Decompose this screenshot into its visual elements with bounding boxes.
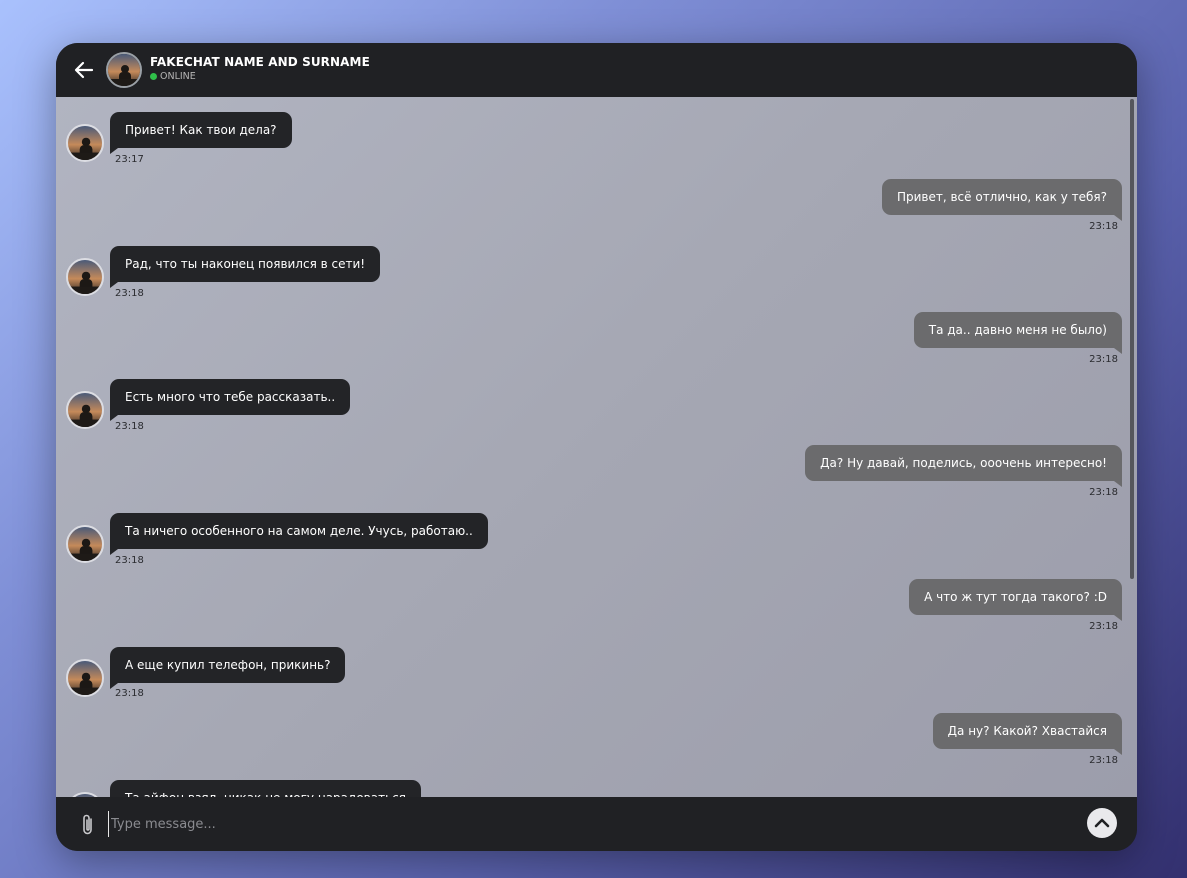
- status-text: ONLINE: [160, 71, 196, 82]
- composer-bar: [56, 797, 1137, 851]
- sender-avatar: [66, 659, 104, 697]
- message-time: 23:18: [1089, 221, 1118, 232]
- chevron-up-icon: [1094, 818, 1110, 828]
- sender-avatar: [66, 124, 104, 162]
- message-bubble-outgoing[interactable]: Привет, всё отлично, как у тебя?: [881, 179, 1123, 221]
- arrow-left-icon: [74, 61, 94, 79]
- attach-button[interactable]: [78, 813, 98, 837]
- chat-window: FAKECHAT NAME AND SURNAME ONLINE Привет!…: [56, 43, 1137, 851]
- online-dot-icon: [150, 73, 157, 80]
- message-time: 23:18: [1089, 755, 1118, 766]
- message-bubble-incoming[interactable]: А еще купил телефон, прикинь?: [110, 647, 346, 689]
- chat-header: FAKECHAT NAME AND SURNAME ONLINE: [56, 43, 1137, 97]
- sender-avatar: [66, 525, 104, 563]
- message-time: 23:18: [115, 288, 144, 299]
- message-time: 23:18: [1089, 354, 1118, 365]
- message-time: 23:18: [115, 688, 144, 699]
- message-bubble-incoming[interactable]: Привет! Как твои дела?: [110, 112, 292, 154]
- sender-avatar: [66, 391, 104, 429]
- paperclip-icon: [83, 814, 92, 835]
- message-bubble-incoming[interactable]: Та ничего особенного на самом деле. Учус…: [110, 513, 488, 555]
- message-bubble-outgoing[interactable]: Да? Ну давай, поделись, ооочень интересн…: [805, 445, 1122, 487]
- message-time: 23:18: [115, 555, 144, 566]
- contact-name: FAKECHAT NAME AND SURNAME: [150, 55, 370, 69]
- message-time: 23:17: [115, 154, 144, 165]
- contact-avatar[interactable]: [106, 52, 142, 88]
- message-list[interactable]: Привет! Как твои дела? 23:17 Привет, всё…: [56, 97, 1137, 797]
- message-bubble-outgoing[interactable]: Та да.. давно меня не было): [913, 312, 1123, 354]
- message-input[interactable]: [108, 811, 1013, 837]
- scrollbar[interactable]: [1130, 99, 1134, 579]
- message-bubble-incoming[interactable]: Есть много что тебе рассказать..: [110, 379, 351, 421]
- back-button[interactable]: [73, 59, 95, 81]
- message-time: 23:18: [1089, 487, 1118, 498]
- online-status: ONLINE: [150, 71, 196, 82]
- sender-avatar: [66, 258, 104, 296]
- message-bubble-outgoing[interactable]: А что ж тут тогда такого? :D: [909, 579, 1122, 621]
- message-bubble-incoming[interactable]: Та айфон взял, никак не могу нарадоватьс…: [110, 780, 421, 797]
- message-time: 23:18: [115, 421, 144, 432]
- message-time: 23:18: [1089, 621, 1118, 632]
- message-bubble-outgoing[interactable]: Да ну? Какой? Хвастайся: [932, 713, 1123, 755]
- message-bubble-incoming[interactable]: Рад, что ты наконец появился в сети!: [110, 246, 381, 288]
- send-button[interactable]: [1087, 808, 1117, 838]
